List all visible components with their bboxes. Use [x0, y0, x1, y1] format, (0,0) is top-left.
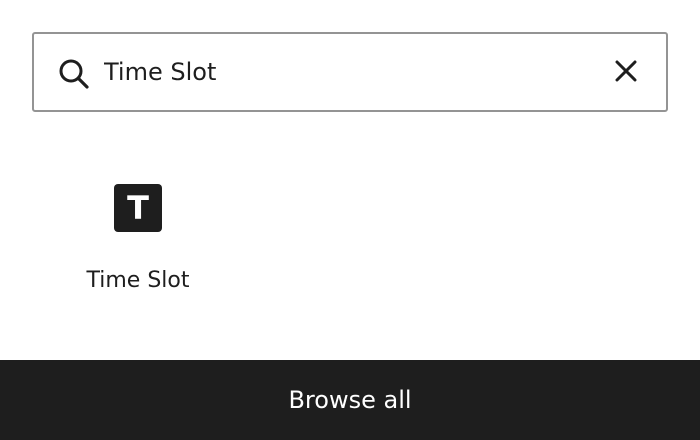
- text-block-icon: T: [114, 184, 162, 232]
- close-icon: [614, 59, 638, 86]
- search-box: [32, 32, 668, 112]
- block-item-label: Time Slot: [86, 268, 190, 293]
- block-item-time-slot[interactable]: T Time Slot: [58, 164, 218, 314]
- block-inserter-panel: T Time Slot Browse all: [0, 0, 700, 440]
- search-results: T Time Slot: [32, 150, 668, 330]
- search-input[interactable]: [104, 48, 584, 96]
- browse-all-button[interactable]: Browse all: [0, 360, 700, 440]
- clear-search-button[interactable]: [606, 52, 646, 92]
- search-icon: [56, 56, 92, 92]
